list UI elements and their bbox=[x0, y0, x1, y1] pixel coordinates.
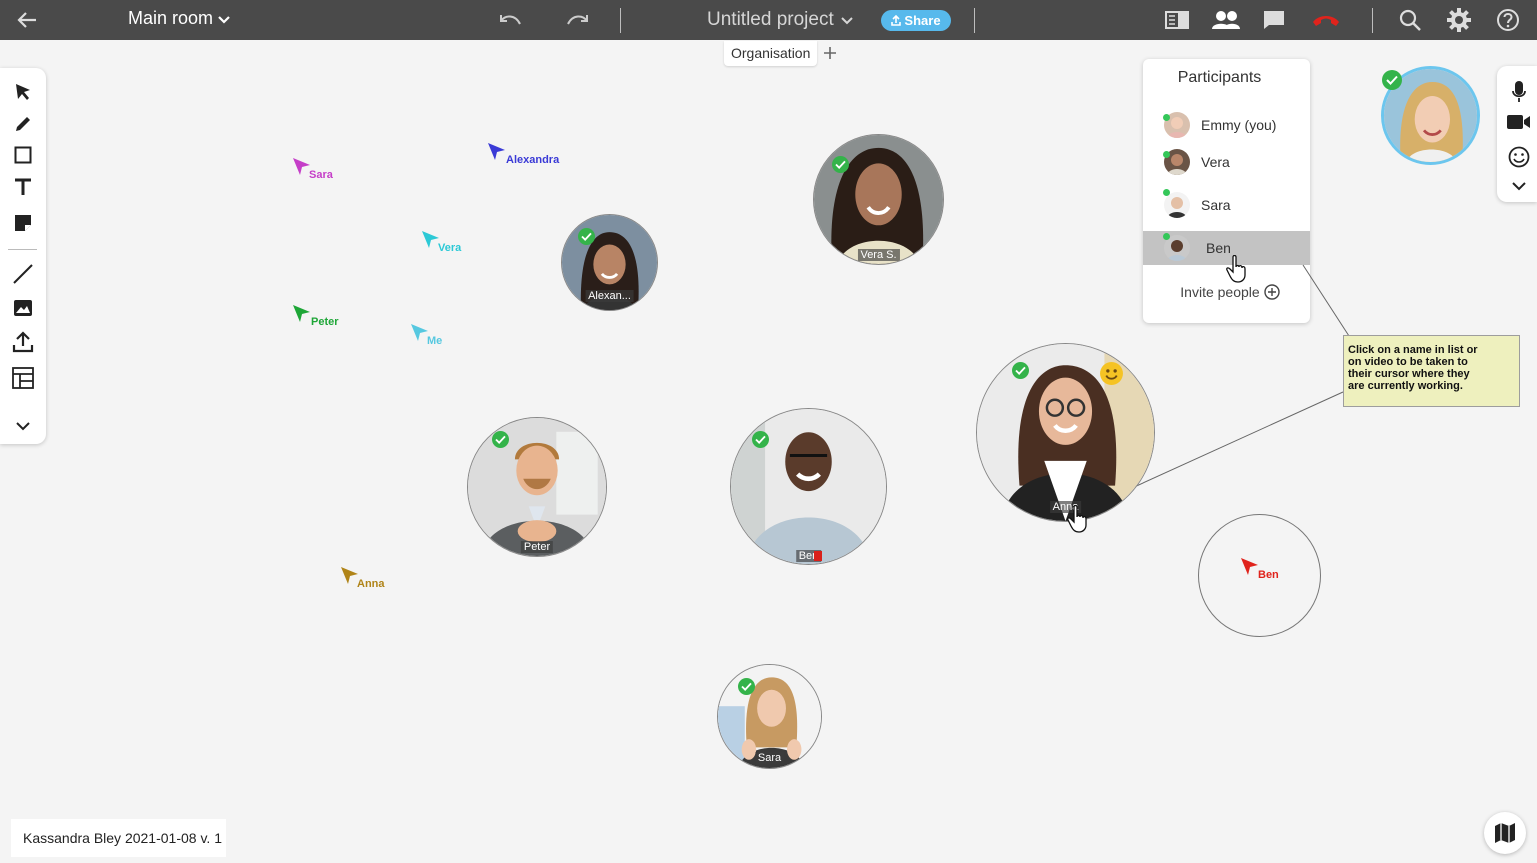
verified-check-icon bbox=[1012, 362, 1029, 379]
cursor-arrow-icon bbox=[293, 305, 310, 322]
tooltip-line: on video to be taken to bbox=[1348, 356, 1468, 368]
video-bubble[interactable]: Ben bbox=[730, 408, 887, 565]
cursor-label: Alexandra bbox=[506, 154, 560, 166]
cursor-label: Sara bbox=[309, 169, 333, 181]
video-label: Sara bbox=[754, 752, 785, 764]
cursor-label: Peter bbox=[311, 316, 339, 328]
verified-check-icon bbox=[738, 678, 755, 695]
verified-check-icon bbox=[578, 228, 595, 245]
tooltip-line: Click on a name in list or bbox=[1348, 344, 1478, 356]
smile-emoji-icon bbox=[1100, 362, 1123, 385]
verified-check-icon bbox=[1382, 70, 1402, 90]
video-bubble[interactable]: Peter bbox=[467, 417, 607, 557]
video-bubble[interactable]: Alexan... bbox=[561, 214, 658, 311]
map-icon bbox=[1495, 823, 1515, 843]
online-status-dot bbox=[1163, 189, 1170, 196]
video-label: Alexan... bbox=[585, 290, 634, 302]
mic-muted-icon bbox=[814, 551, 822, 561]
minimap-button[interactable] bbox=[1484, 812, 1526, 854]
help-tooltip: Click on a name in list or on video to b… bbox=[1343, 335, 1520, 407]
hand-pointer-icon bbox=[1067, 505, 1087, 533]
tooltip-line: their cursor where they bbox=[1348, 368, 1470, 380]
video-label: Vera S. bbox=[857, 249, 900, 261]
cursor-label: Vera bbox=[438, 242, 462, 254]
video-bubble[interactable]: Vera S. bbox=[813, 134, 944, 265]
cursor-label: Anna bbox=[357, 578, 385, 590]
cursor-arrow-icon bbox=[488, 143, 505, 160]
cursor-label: Me bbox=[427, 335, 443, 347]
online-status-dot bbox=[1163, 114, 1170, 121]
video-label: Peter bbox=[520, 541, 554, 553]
cursor-label: Ben bbox=[1258, 569, 1279, 581]
video-bubble[interactable]: Anna bbox=[976, 343, 1155, 522]
video-feed bbox=[468, 418, 606, 556]
video-feed bbox=[977, 344, 1154, 521]
video-bubble[interactable]: Sara bbox=[717, 664, 822, 769]
tooltip-line: are currently working. bbox=[1348, 380, 1463, 392]
version-label: Kassandra Bley 2021-01-08 v. 1 bbox=[11, 819, 226, 857]
verified-check-icon bbox=[492, 431, 509, 448]
verified-check-icon bbox=[752, 431, 769, 448]
video-feed bbox=[814, 135, 943, 264]
cursor-arrow-icon bbox=[1241, 558, 1258, 575]
online-status-dot bbox=[1163, 151, 1170, 158]
verified-check-icon bbox=[832, 156, 849, 173]
online-status-dot bbox=[1163, 233, 1170, 240]
